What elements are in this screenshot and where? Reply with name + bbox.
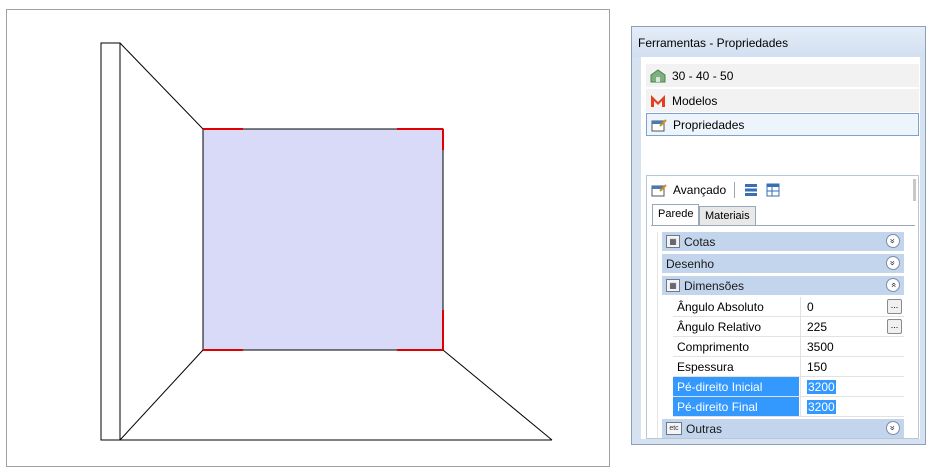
models-m-icon [650,93,666,109]
property-value[interactable]: 150 [800,357,904,376]
dimension-icon: ▦ [666,235,680,248]
property-name: Espessura [677,360,734,374]
advanced-label[interactable]: Avançado [673,183,726,197]
advanced-properties-box: Avançado Parede Materiais ▦ Cotas » Dese… [646,175,919,439]
chevron-down-icon[interactable]: » [886,256,900,270]
etc-icon: etc [666,422,682,435]
top-left-edge [119,42,204,130]
tab-parede[interactable]: Parede [652,204,700,226]
property-value[interactable]: 3200 [800,397,904,416]
nav-item-label: Modelos [672,93,718,108]
property-row[interactable]: Ângulo Relativo 225 ... [673,317,904,337]
wall-3d-view[interactable] [7,10,611,468]
category-label: Dimensões [684,278,745,293]
chevron-down-icon[interactable]: » [886,234,900,248]
ellipsis-button[interactable]: ... [887,299,902,314]
category-dimensoes[interactable]: ▦ Dimensões » [662,276,904,295]
category-desenho[interactable]: Desenho » [662,254,904,273]
chevron-up-icon[interactable]: » [886,278,900,292]
table-view-icon[interactable] [765,182,781,198]
chevron-down-icon[interactable]: » [886,421,900,435]
property-row-selected[interactable]: Pé-direito Inicial 3200 [673,377,904,397]
nav-item-label: Propriedades [673,117,745,132]
panel-title: Ferramentas - Propriedades [632,27,925,57]
property-name: Pé-direito Inicial [673,377,799,396]
bottom-left-edge [119,349,204,441]
dimension-icon: ▦ [666,279,680,292]
building-icon [650,68,666,84]
categorized-view-icon[interactable] [743,182,759,198]
3d-viewport[interactable] [6,9,610,467]
property-value[interactable]: 3500 [800,337,904,356]
category-cotas[interactable]: ▦ Cotas » [662,232,904,251]
nav-item-label: 30 - 40 - 50 [672,68,734,83]
property-name: Ângulo Absoluto [677,300,764,314]
nav-item-properties[interactable]: Propriedades [646,113,919,136]
property-value[interactable]: 3200 [800,377,904,396]
property-name: Comprimento [677,340,750,354]
selected-wall-face [202,128,444,351]
ellipsis-button[interactable]: ... [887,319,902,334]
property-row[interactable]: Comprimento 3500 [673,337,904,357]
left-wall-face [100,42,121,441]
tab-materiais[interactable]: Materiais [699,206,756,226]
tools-properties-panel: Ferramentas - Propriedades 30 - 40 - 50 … [631,26,926,445]
property-name: Ângulo Relativo [677,320,762,334]
property-grid: ▦ Cotas » Desenho » ▦ Dimensões » Ângulo… [657,232,904,438]
category-label: Desenho [666,256,715,271]
toolbar-separator [734,182,736,198]
category-label: Outras [686,421,723,436]
property-row[interactable]: Espessura 150 [673,357,904,377]
advanced-toolbar: Avançado [651,180,781,200]
nav-item-project[interactable]: 30 - 40 - 50 [646,64,919,87]
panel-body: 30 - 40 - 50 Modelos Propriedades Avança… [641,57,920,439]
tab-divider [651,225,915,226]
property-row-selected[interactable]: Pé-direito Final 3200 [673,397,904,417]
category-label: Cotas [684,234,716,249]
scrollbar[interactable] [913,179,916,201]
category-outras[interactable]: etc Outras » [662,419,904,438]
property-row[interactable]: Ângulo Absoluto 0 ... [673,297,904,317]
property-name: Pé-direito Final [673,397,799,416]
bottom-right-edge [442,349,553,441]
properties-icon [651,182,667,198]
properties-icon [651,117,667,133]
nav-item-models[interactable]: Modelos [646,89,919,112]
